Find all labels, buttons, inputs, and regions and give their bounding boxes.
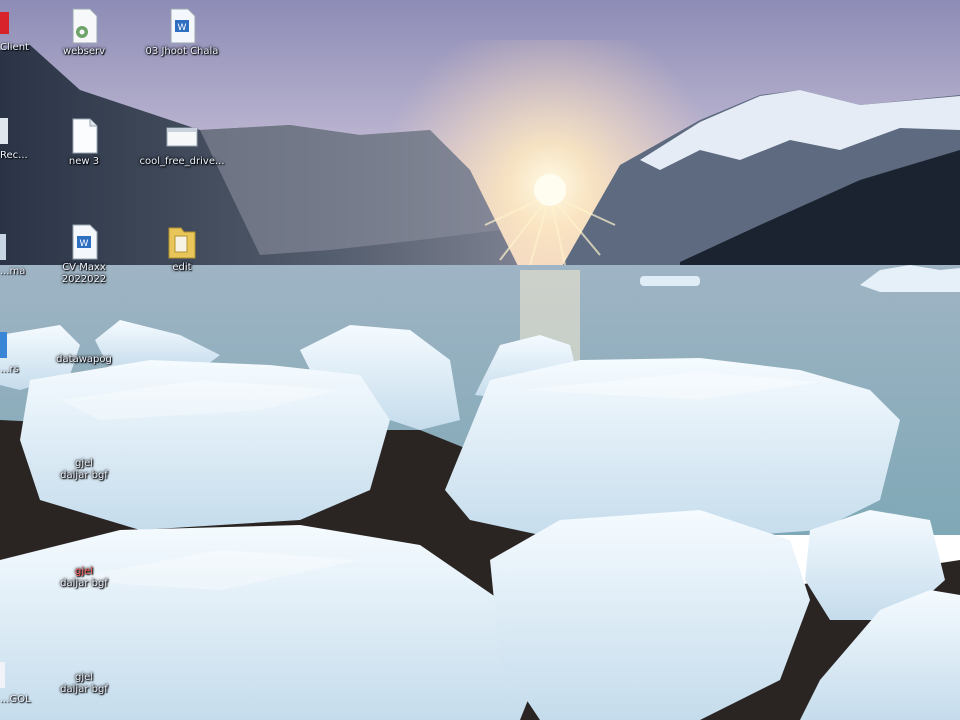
- svg-text:W: W: [80, 239, 89, 249]
- desktop-edge-icon-4[interactable]: ...rs: [0, 330, 30, 376]
- desktop-icon-datawapog[interactable]: datawapog: [36, 352, 132, 366]
- desktop-edge-icon-client[interactable]: Client: [0, 8, 30, 54]
- app-icon: [0, 234, 6, 260]
- app-icon: [0, 12, 9, 34]
- desktop-icon-label: ...GOL: [0, 694, 31, 705]
- desktop-icon-label: gjel daljar bgf: [60, 672, 108, 695]
- document-gear-icon: [72, 8, 98, 44]
- desktop-icon-label: cool_free_drive...: [139, 156, 225, 167]
- desktop-icon-gjel-1[interactable]: gjel daljar bgf: [36, 456, 132, 482]
- desktop-icon-03-jhoot-chala[interactable]: W 03 Jhoot Chala: [134, 8, 230, 58]
- desktop-icon-label: Client: [0, 42, 29, 53]
- window-file-icon: [166, 127, 198, 147]
- wallpaper-glacier-sunset: [0, 0, 960, 720]
- desktop-icon-new-3[interactable]: new 3: [36, 118, 132, 168]
- desktop-icon-label: Rec...: [0, 150, 28, 161]
- desktop-icon-edit[interactable]: edit: [134, 224, 230, 274]
- folder-icon: [168, 227, 196, 259]
- desktop-icon-label: 03 Jhoot Chala: [145, 46, 219, 57]
- app-icon: [0, 662, 5, 688]
- desktop-icon-label: datawapog: [56, 354, 112, 365]
- desktop-icon-webserv[interactable]: webserv: [36, 8, 132, 58]
- app-icon: [0, 332, 7, 358]
- desktop-icon-label: webserv: [62, 46, 106, 57]
- word-document-icon: W: [72, 224, 98, 260]
- desktop-icon-cool-free-drive[interactable]: cool_free_drive...: [134, 118, 230, 168]
- desktop-icon-label: gjel daljar bgf: [60, 458, 108, 481]
- app-icon: [0, 118, 8, 144]
- desktop-icon-label: CV Maxx 2022022: [61, 262, 107, 285]
- desktop-icon-label: gjel daljar bgf: [60, 566, 108, 589]
- desktop-icon-label: new 3: [68, 156, 100, 167]
- desktop[interactable]: Client Rec... ...ma ...rs ...GOL webserv…: [0, 0, 960, 720]
- desktop-icon-label: ...rs: [0, 364, 19, 375]
- word-document-icon: W: [170, 8, 196, 44]
- desktop-edge-icon-5[interactable]: ...GOL: [0, 660, 31, 706]
- desktop-icon-cv-maxx[interactable]: W CV Maxx 2022022: [36, 224, 132, 286]
- blank-document-icon: [72, 118, 98, 154]
- desktop-edge-icon-3[interactable]: ...ma: [0, 232, 30, 278]
- desktop-icon-gjel-3[interactable]: gjel daljar bgf: [36, 670, 132, 696]
- svg-text:W: W: [178, 23, 187, 33]
- desktop-icon-label: edit: [172, 262, 192, 273]
- desktop-edge-icon-rec[interactable]: Rec...: [0, 116, 30, 162]
- desktop-icon-gjel-2[interactable]: gjel daljar bgf: [36, 564, 132, 590]
- desktop-icon-label: ...ma: [0, 266, 26, 277]
